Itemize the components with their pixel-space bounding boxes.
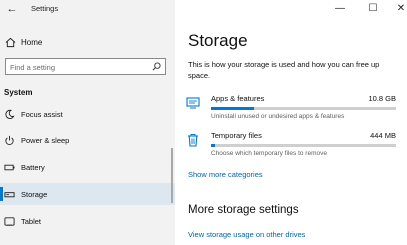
sidebar-item-label: Tablet (21, 216, 42, 226)
category-size: 444 MB (370, 131, 396, 140)
home-icon (5, 37, 16, 47)
sidebar-item-tablet[interactable]: Tablet (0, 210, 175, 232)
page-description: This is how your storage is used and how… (188, 60, 380, 80)
sidebar-item-label: Battery (21, 162, 45, 172)
search-input[interactable]: Find a setting (5, 58, 166, 75)
maximize-icon: ☐ (368, 3, 378, 14)
storage-category-apps[interactable]: Apps & features 10.8 GB Uninstall unused… (186, 94, 396, 124)
back-button[interactable]: ← (4, 2, 20, 16)
focus-assist-icon (5, 109, 15, 119)
search-placeholder: Find a setting (10, 63, 56, 72)
home-nav-item[interactable]: Home (5, 35, 42, 49)
storage-category-temp[interactable]: Temporary files 444 MB Choose which temp… (186, 131, 396, 161)
sidebar-scrollbar[interactable] (171, 148, 173, 203)
title-bar: ← Settings (0, 0, 175, 20)
search-icon[interactable] (152, 62, 161, 71)
power-icon (5, 135, 14, 145)
back-arrow-icon: ← (6, 3, 18, 15)
sidebar-item-label: Power & sleep (21, 135, 70, 145)
sidebar-item-storage[interactable]: Storage (0, 183, 175, 205)
category-size: 10.8 GB (368, 94, 396, 103)
battery-icon (4, 164, 15, 170)
apps-icon (186, 97, 200, 109)
maximize-button[interactable]: ☐ (366, 2, 380, 16)
usage-bar (211, 144, 396, 147)
view-other-drives-link[interactable]: View storage usage on other drives (188, 230, 305, 239)
selection-indicator (0, 187, 3, 201)
more-storage-settings-heading: More storage settings (188, 204, 299, 216)
settings-sidebar: ← Settings Home Find a setting System Fo… (0, 0, 175, 245)
show-more-categories-link[interactable]: Show more categories (188, 170, 263, 179)
trash-icon (188, 134, 198, 147)
sidebar-item-battery[interactable]: Battery (0, 156, 175, 178)
usage-bar-fill (211, 107, 254, 110)
storage-icon (4, 191, 15, 197)
section-title-system: System (4, 88, 33, 97)
minimize-button[interactable]: — (333, 2, 347, 16)
sidebar-item-label: Storage (21, 189, 48, 199)
tablet-icon (4, 216, 15, 226)
category-name: Temporary files (211, 131, 262, 140)
category-description: Uninstall unused or undesired apps & fea… (211, 113, 345, 120)
sidebar-item-label: Focus assist (21, 109, 63, 119)
storage-page: — ☐ ✕ Storage This is how your storage i… (175, 0, 407, 245)
page-title: Storage (188, 31, 248, 50)
usage-bar-fill (211, 144, 215, 147)
close-button[interactable]: ✕ (394, 2, 407, 16)
minimize-icon: — (335, 3, 345, 14)
category-description: Choose which temporary files to remove (211, 150, 327, 157)
sidebar-item-focus-assist[interactable]: Focus assist (0, 103, 175, 125)
close-icon: ✕ (396, 3, 406, 14)
window-title: Settings (31, 4, 59, 13)
home-label: Home (21, 37, 43, 47)
category-name: Apps & features (211, 94, 265, 103)
usage-bar (211, 107, 396, 110)
sidebar-item-power-sleep[interactable]: Power & sleep (0, 129, 175, 151)
